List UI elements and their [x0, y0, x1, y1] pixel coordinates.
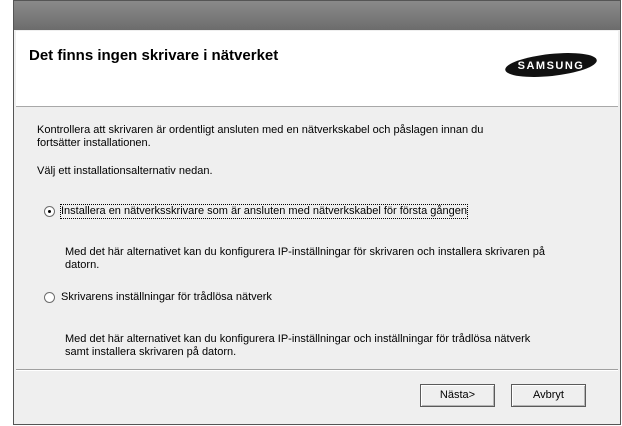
- option2-label[interactable]: Skrivarens inställningar för trådlösa nä…: [61, 291, 272, 304]
- option2-description-line-2: samt installera skrivaren på datorn.: [65, 346, 237, 358]
- option2-radio[interactable]: [44, 292, 55, 303]
- option1-radio[interactable]: [44, 206, 55, 217]
- intro-line-2: fortsätter installationen.: [37, 137, 151, 149]
- samsung-logo: SAMSUNG: [505, 53, 597, 77]
- option1-description-line-2: datorn.: [65, 259, 100, 271]
- header-panel: Det finns ingen skrivare i nätverket SAM…: [16, 31, 618, 107]
- radio-selected-dot: [48, 210, 51, 213]
- option1-label[interactable]: Installera en nätverksskrivare som är an…: [60, 204, 468, 219]
- page-title: Det finns ingen skrivare i nätverket: [29, 47, 279, 64]
- logo-text: SAMSUNG: [518, 60, 585, 72]
- installer-dialog: Det finns ingen skrivare i nätverket SAM…: [13, 0, 621, 425]
- cancel-button[interactable]: Avbryt: [511, 384, 586, 407]
- footer-separator: [16, 369, 618, 371]
- next-button[interactable]: Nästa>: [420, 384, 495, 407]
- option2-description-line-1: Med det här alternativet kan du konfigur…: [65, 333, 531, 345]
- option1-description-line-1: Med det här alternativet kan du konfigur…: [65, 246, 545, 258]
- intro-line-1: Kontrollera att skrivaren är ordentligt …: [37, 124, 484, 136]
- select-prompt: Välj ett installationsalternativ nedan.: [37, 165, 213, 177]
- title-bar[interactable]: [14, 1, 620, 30]
- content-area: Kontrollera att skrivaren är ordentligt …: [14, 107, 620, 369]
